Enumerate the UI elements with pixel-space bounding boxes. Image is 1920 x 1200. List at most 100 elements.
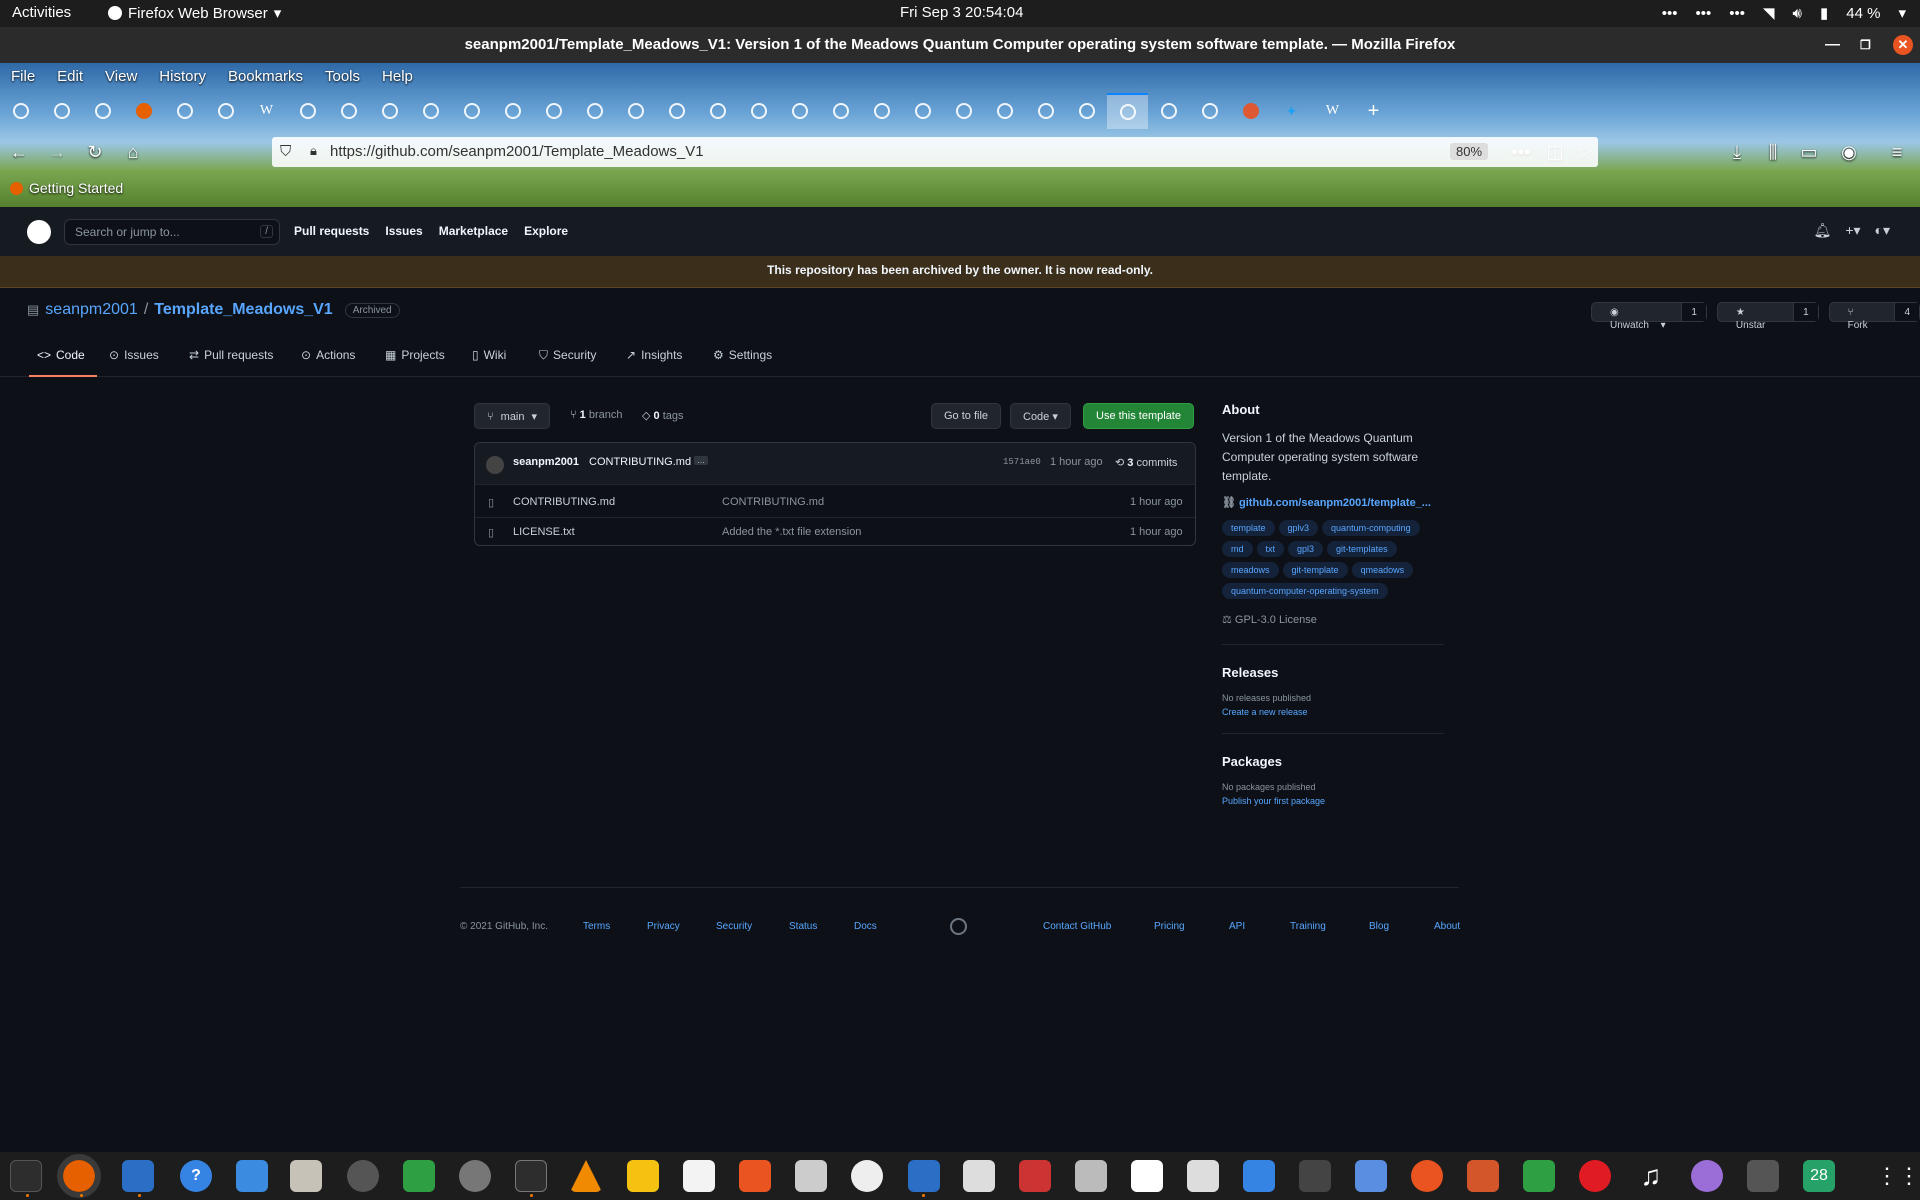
- shield-icon[interactable]: ⛉: [280, 143, 291, 160]
- screenshot-icon[interactable]: [1355, 1160, 1387, 1192]
- file-name[interactable]: CONTRIBUTING.md: [513, 496, 615, 508]
- packages-heading[interactable]: Packages: [1222, 754, 1444, 769]
- menu-edit[interactable]: Edit: [46, 63, 94, 91]
- browser-tab[interactable]: [82, 93, 123, 129]
- menu-file[interactable]: File: [0, 63, 46, 91]
- commit-expand-button[interactable]: …: [694, 456, 708, 465]
- topic-tag[interactable]: gpl3: [1288, 541, 1324, 557]
- app-grid-icon[interactable]: ⋮⋮⋮: [1876, 1160, 1920, 1192]
- footer-link-security[interactable]: Security: [716, 921, 752, 932]
- text-document-icon[interactable]: [122, 1160, 154, 1192]
- fork-count[interactable]: 4: [1894, 303, 1919, 321]
- calculator-icon[interactable]: [627, 1160, 659, 1192]
- browser-tab[interactable]: [164, 93, 205, 129]
- search-input[interactable]: Search or jump to... /: [64, 219, 280, 245]
- tab-issues[interactable]: ⊙ Issues: [101, 346, 167, 377]
- footer-link-about[interactable]: About: [1434, 921, 1460, 932]
- account-icon[interactable]: ◉: [1836, 139, 1862, 165]
- use-template-button[interactable]: Use this template: [1083, 403, 1194, 429]
- footer-link-training[interactable]: Training: [1290, 921, 1326, 932]
- topic-tag[interactable]: meadows: [1222, 562, 1279, 578]
- browser-tab[interactable]: [533, 93, 574, 129]
- file-name[interactable]: LICENSE.txt: [513, 526, 575, 538]
- license-link[interactable]: ⚖ GPL-3.0 License: [1222, 613, 1444, 626]
- browser-tab[interactable]: [1230, 93, 1271, 129]
- fork-button[interactable]: ⑂ Fork: [1830, 303, 1895, 331]
- create-new-plus-icon[interactable]: +▾: [1845, 222, 1860, 239]
- new-tab-button[interactable]: +: [1353, 93, 1394, 129]
- browser-tab[interactable]: [615, 93, 656, 129]
- tab-actions[interactable]: ⊙ Actions: [293, 346, 363, 377]
- browser-tab[interactable]: [1148, 93, 1189, 129]
- releases-heading[interactable]: Releases: [1222, 665, 1444, 680]
- unstar-button[interactable]: ★ Unstar: [1718, 303, 1793, 331]
- chart-icon[interactable]: [683, 1160, 715, 1192]
- menu-help[interactable]: Help: [371, 63, 424, 91]
- add-plus-icon[interactable]: [403, 1160, 435, 1192]
- browser-tab[interactable]: [902, 93, 943, 129]
- topic-tag[interactable]: md: [1222, 541, 1253, 557]
- browser-tab[interactable]: [287, 93, 328, 129]
- backup-icon[interactable]: [1411, 1160, 1443, 1192]
- browser-tab[interactable]: [492, 93, 533, 129]
- nav-issues[interactable]: Issues: [385, 224, 422, 238]
- volume-icon[interactable]: 🔊︎: [1793, 5, 1802, 22]
- footer-link-api[interactable]: API: [1229, 921, 1245, 932]
- footer-link-status[interactable]: Status: [789, 921, 817, 932]
- branches-link[interactable]: ⑂ 1 branch: [570, 409, 622, 421]
- footer-link-docs[interactable]: Docs: [854, 921, 877, 932]
- close-window-button[interactable]: ✕: [1892, 27, 1914, 63]
- footer-link-privacy[interactable]: Privacy: [647, 921, 680, 932]
- bookmark-getting-started[interactable]: Getting Started: [29, 180, 123, 196]
- settings-gear-icon[interactable]: [347, 1160, 379, 1192]
- browser-tab[interactable]: [1066, 93, 1107, 129]
- music-icon[interactable]: ♫: [1635, 1160, 1667, 1192]
- firefox-icon[interactable]: [57, 1154, 101, 1198]
- watch-count[interactable]: 1: [1681, 303, 1706, 321]
- hamburger-menu-icon[interactable]: ≡: [1884, 139, 1910, 165]
- help-icon[interactable]: ?: [180, 1160, 212, 1192]
- minimize-icon[interactable]: —: [1825, 27, 1840, 63]
- forward-button[interactable]: →: [44, 139, 70, 165]
- browser-tab[interactable]: [369, 93, 410, 129]
- tab-settings[interactable]: ⚙ Settings: [705, 346, 780, 377]
- commit-message[interactable]: CONTRIBUTING.md: [589, 456, 691, 468]
- topic-tag[interactable]: txt: [1256, 541, 1285, 557]
- browser-tab[interactable]: [738, 93, 779, 129]
- character-map-icon[interactable]: [1131, 1160, 1163, 1192]
- nav-pull-requests[interactable]: Pull requests: [294, 224, 369, 238]
- topic-tag[interactable]: template: [1222, 520, 1275, 536]
- tab-code[interactable]: <> Code: [29, 346, 97, 377]
- terminal-icon[interactable]: [515, 1160, 547, 1192]
- browser-tab[interactable]: [861, 93, 902, 129]
- publish-package-link[interactable]: Publish your first package: [1222, 796, 1444, 806]
- text-editor-icon[interactable]: [236, 1160, 268, 1192]
- topic-tag[interactable]: git-template: [1282, 562, 1348, 578]
- github-mark-icon[interactable]: [950, 918, 967, 935]
- disk-icon[interactable]: [851, 1160, 883, 1192]
- battery-icon[interactable]: ▮: [1820, 4, 1828, 22]
- star-count[interactable]: 1: [1793, 303, 1818, 321]
- browser-tab[interactable]: [451, 93, 492, 129]
- menu-view[interactable]: View: [94, 63, 148, 91]
- download-icon[interactable]: ⤓: [1724, 139, 1750, 165]
- topic-tag[interactable]: quantum-computer-operating-system: [1222, 583, 1388, 599]
- browser-tab[interactable]: [574, 93, 615, 129]
- commits-link[interactable]: ⟲ 3 commits: [1115, 456, 1177, 469]
- browser-tab[interactable]: [697, 93, 738, 129]
- browser-tab[interactable]: [328, 93, 369, 129]
- nav-explore[interactable]: Explore: [524, 224, 568, 238]
- tab-wiki[interactable]: ▯ Wiki: [464, 346, 514, 377]
- browser-tab[interactable]: [410, 93, 451, 129]
- calendar-icon[interactable]: 28: [1803, 1160, 1835, 1192]
- overflow-icon[interactable]: •••: [1662, 5, 1678, 22]
- vlc-icon[interactable]: [570, 1160, 602, 1192]
- url-text[interactable]: https://github.com/seanpm2001/Template_M…: [330, 143, 704, 160]
- restore-icon[interactable]: ❐: [1860, 27, 1871, 63]
- checklist-icon[interactable]: [1243, 1160, 1275, 1192]
- browser-tab[interactable]: [779, 93, 820, 129]
- code-dropdown-button[interactable]: Code ▾: [1010, 403, 1071, 429]
- news-icon[interactable]: [963, 1160, 995, 1192]
- topic-tag[interactable]: quantum-computing: [1322, 520, 1420, 536]
- unwatch-button[interactable]: ◉ Unwatch ▾: [1592, 303, 1681, 331]
